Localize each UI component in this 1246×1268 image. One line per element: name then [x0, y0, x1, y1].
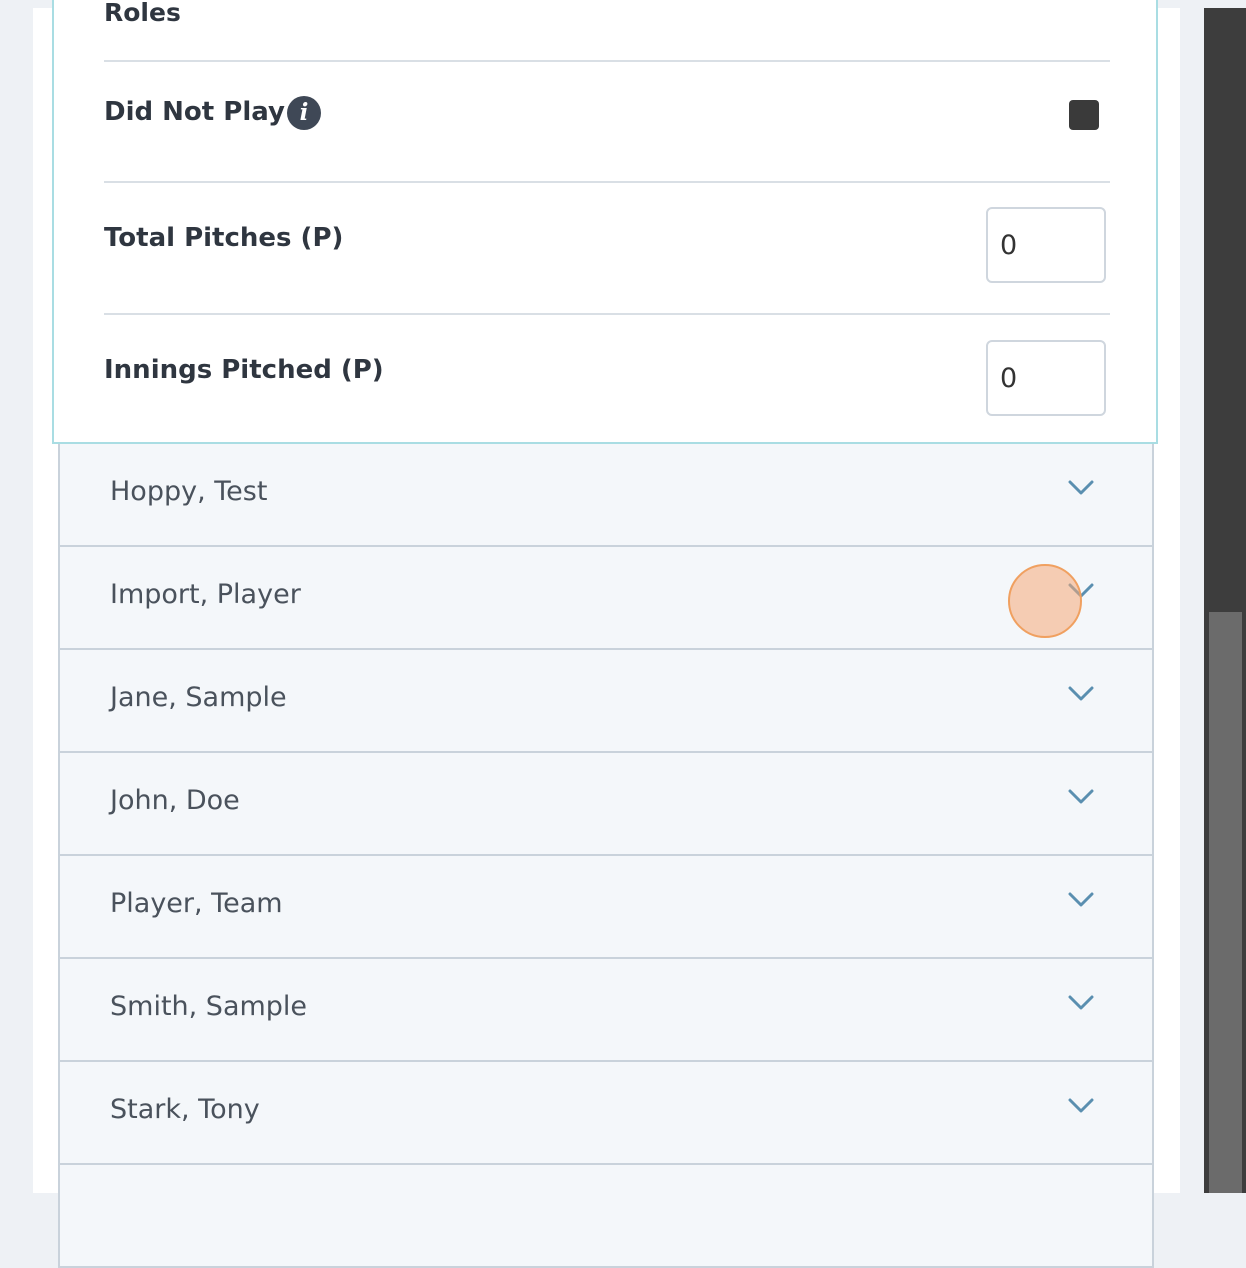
player-name: Import, Player	[110, 579, 301, 610]
total-pitches-row: Total Pitches (P)	[104, 183, 1110, 315]
innings-pitched-input[interactable]	[986, 340, 1106, 416]
roles-label: Roles	[104, 0, 181, 27]
player-stats-card: Roles Did Not Play i Total Pitches (P) I…	[52, 0, 1158, 444]
player-row[interactable]: Stark, Tony	[58, 1062, 1154, 1165]
total-pitches-input[interactable]	[986, 207, 1106, 283]
chevron-down-icon[interactable]	[1068, 995, 1094, 1011]
did-not-play-row: Did Not Play i	[104, 62, 1110, 183]
did-not-play-checkbox[interactable]	[1069, 100, 1099, 130]
chevron-down-icon[interactable]	[1068, 1098, 1094, 1114]
info-icon[interactable]: i	[287, 96, 321, 130]
player-row[interactable]: Smith, Sample	[58, 959, 1154, 1062]
chevron-down-icon[interactable]	[1068, 480, 1094, 496]
click-indicator	[1008, 564, 1082, 638]
innings-pitched-label: Innings Pitched (P)	[104, 355, 384, 385]
player-name: Stark, Tony	[110, 1094, 260, 1125]
player-row[interactable]: John, Doe	[58, 753, 1154, 856]
player-list: Hoppy, Test Import, Player Jane, Sample …	[58, 444, 1154, 1268]
player-row[interactable]: Player, Team	[58, 856, 1154, 959]
roles-row: Roles	[104, 0, 1110, 62]
scrollbar-thumb[interactable]	[1209, 612, 1242, 1193]
player-name: Smith, Sample	[110, 991, 308, 1022]
did-not-play-label: Did Not Play	[104, 97, 285, 127]
player-name: Player, Team	[110, 888, 283, 919]
player-name: Hoppy, Test	[110, 476, 268, 507]
chevron-down-icon[interactable]	[1068, 892, 1094, 908]
player-row[interactable]: Import, Player	[58, 547, 1154, 650]
player-row[interactable]: Hoppy, Test	[58, 444, 1154, 547]
total-pitches-label: Total Pitches (P)	[104, 223, 344, 253]
player-row[interactable]: Jane, Sample	[58, 650, 1154, 753]
chevron-down-icon[interactable]	[1068, 789, 1094, 805]
chevron-down-icon[interactable]	[1068, 686, 1094, 702]
player-name: Jane, Sample	[110, 682, 287, 713]
innings-pitched-row: Innings Pitched (P)	[104, 315, 1110, 440]
player-name: John, Doe	[110, 785, 240, 816]
player-row[interactable]	[58, 1165, 1154, 1268]
